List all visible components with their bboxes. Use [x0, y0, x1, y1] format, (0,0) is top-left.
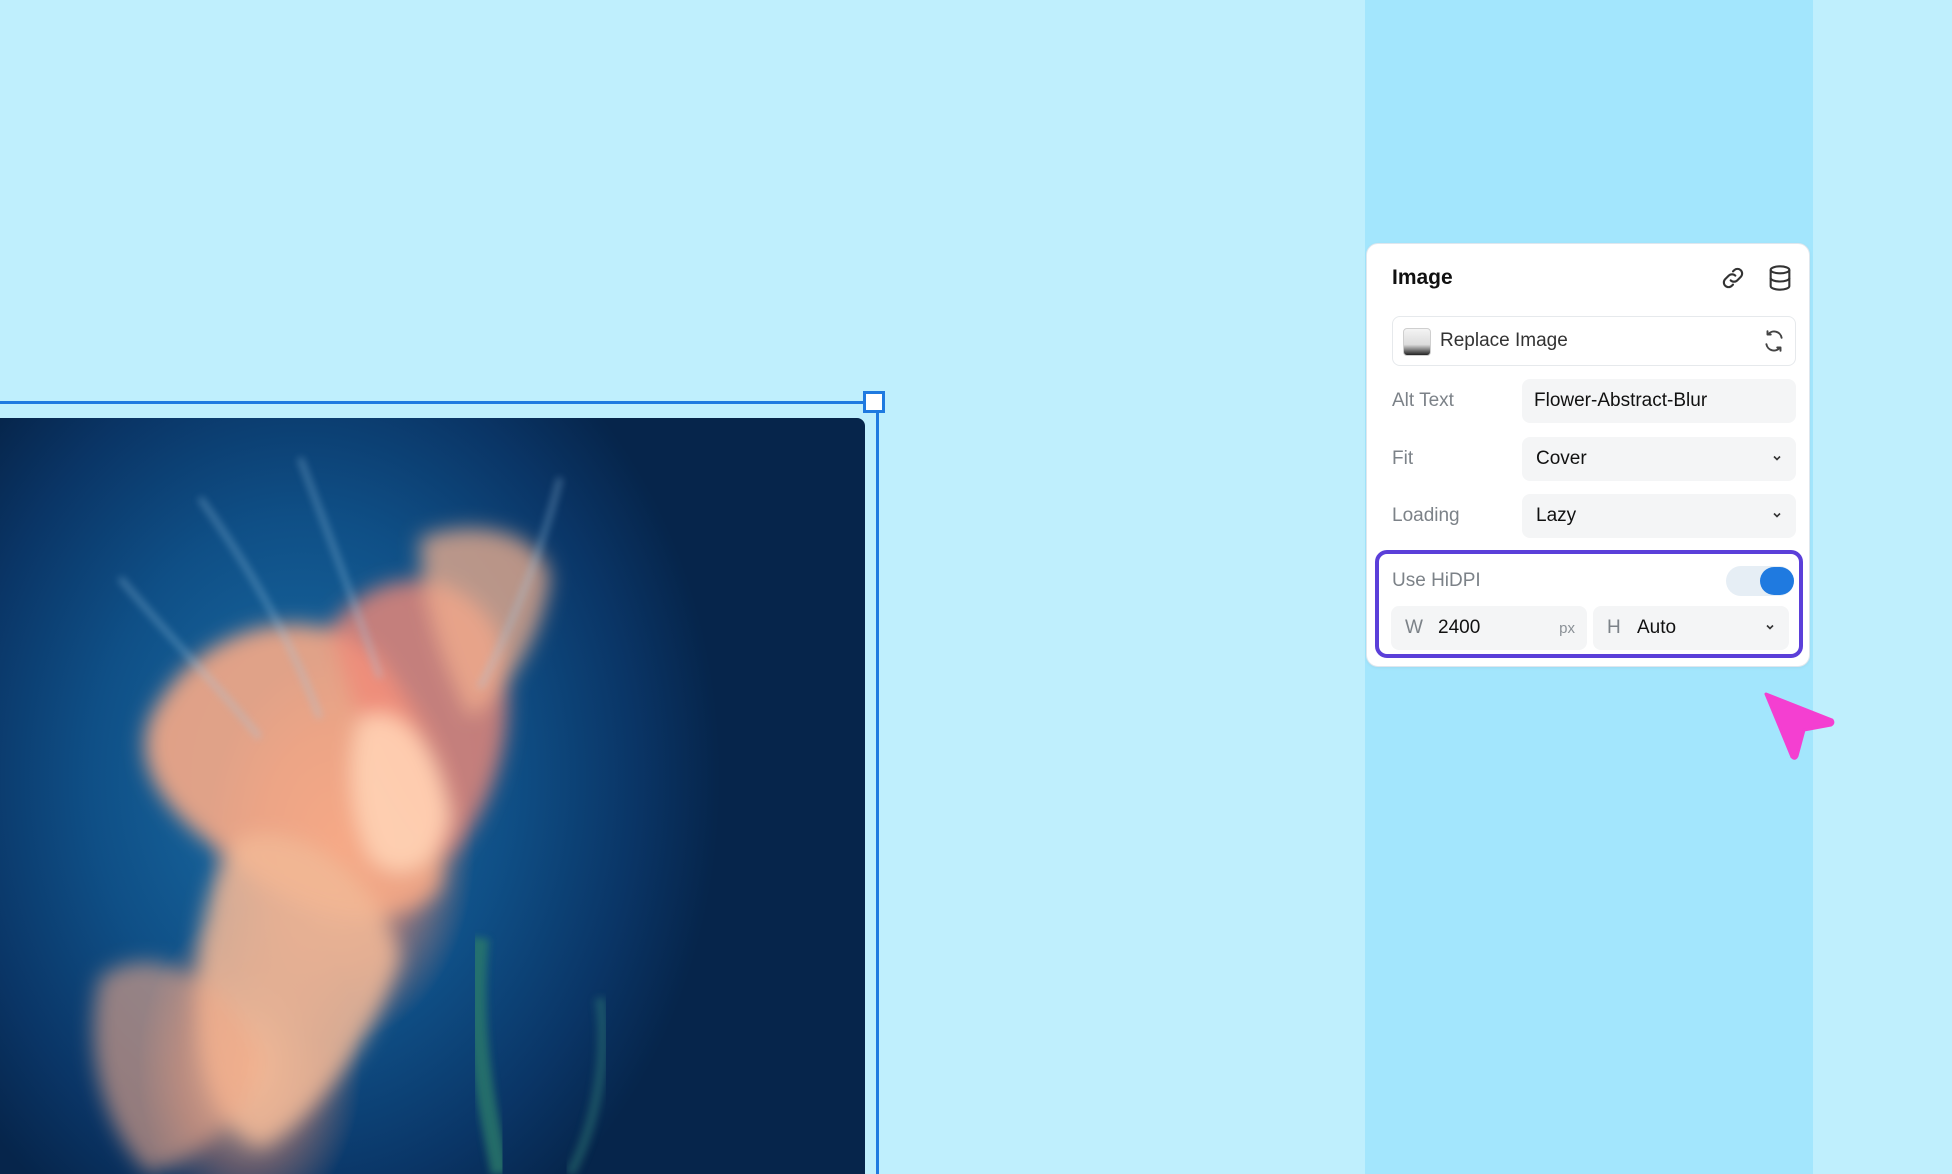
height-value: Auto [1637, 617, 1677, 638]
loading-select[interactable]: Lazy [1522, 494, 1796, 538]
alt-text-input[interactable]: Flower-Abstract-Blur [1522, 379, 1796, 423]
image-settings-panel: Image Replace Image Alt Text Flower-Abst… [1366, 243, 1810, 667]
alt-text-label: Alt Text [1392, 390, 1454, 411]
chevron-down-icon [1773, 455, 1781, 461]
width-input[interactable]: W 2400 px [1391, 606, 1587, 650]
alt-text-value: Flower-Abstract-Blur [1534, 390, 1708, 411]
replace-image-button[interactable]: Replace Image [1392, 316, 1796, 366]
selection-border-right [876, 404, 879, 1174]
canvas-image-flower[interactable] [0, 418, 865, 1174]
width-value: 2400 [1438, 617, 1481, 638]
image-thumbnail [1403, 328, 1431, 356]
chevron-down-icon [1773, 512, 1781, 518]
height-select[interactable]: H Auto [1593, 606, 1789, 650]
loading-label: Loading [1392, 505, 1460, 526]
hidpi-label: Use HiDPI [1392, 570, 1481, 591]
swap-icon[interactable] [1761, 328, 1787, 354]
panel-title: Image [1392, 266, 1453, 289]
database-icon[interactable] [1766, 264, 1794, 292]
fit-label: Fit [1392, 448, 1414, 469]
width-unit: px [1559, 620, 1575, 637]
cursor-arrow-icon [1764, 692, 1835, 760]
selection-border-top [0, 401, 876, 404]
fit-value: Cover [1536, 448, 1587, 469]
fit-select[interactable]: Cover [1522, 437, 1796, 481]
link-icon[interactable] [1719, 264, 1747, 292]
resize-handle[interactable] [863, 391, 885, 413]
flower-artwork [93, 456, 608, 1174]
width-letter: W [1405, 617, 1423, 638]
toggle-knob [1760, 567, 1794, 595]
height-letter: H [1607, 617, 1621, 638]
replace-image-label: Replace Image [1440, 330, 1568, 351]
loading-value: Lazy [1536, 505, 1577, 526]
hidpi-section-highlight: Use HiDPI W 2400 px H Auto [1375, 550, 1803, 658]
hidpi-toggle[interactable] [1726, 566, 1794, 596]
chevron-down-icon [1766, 624, 1774, 630]
